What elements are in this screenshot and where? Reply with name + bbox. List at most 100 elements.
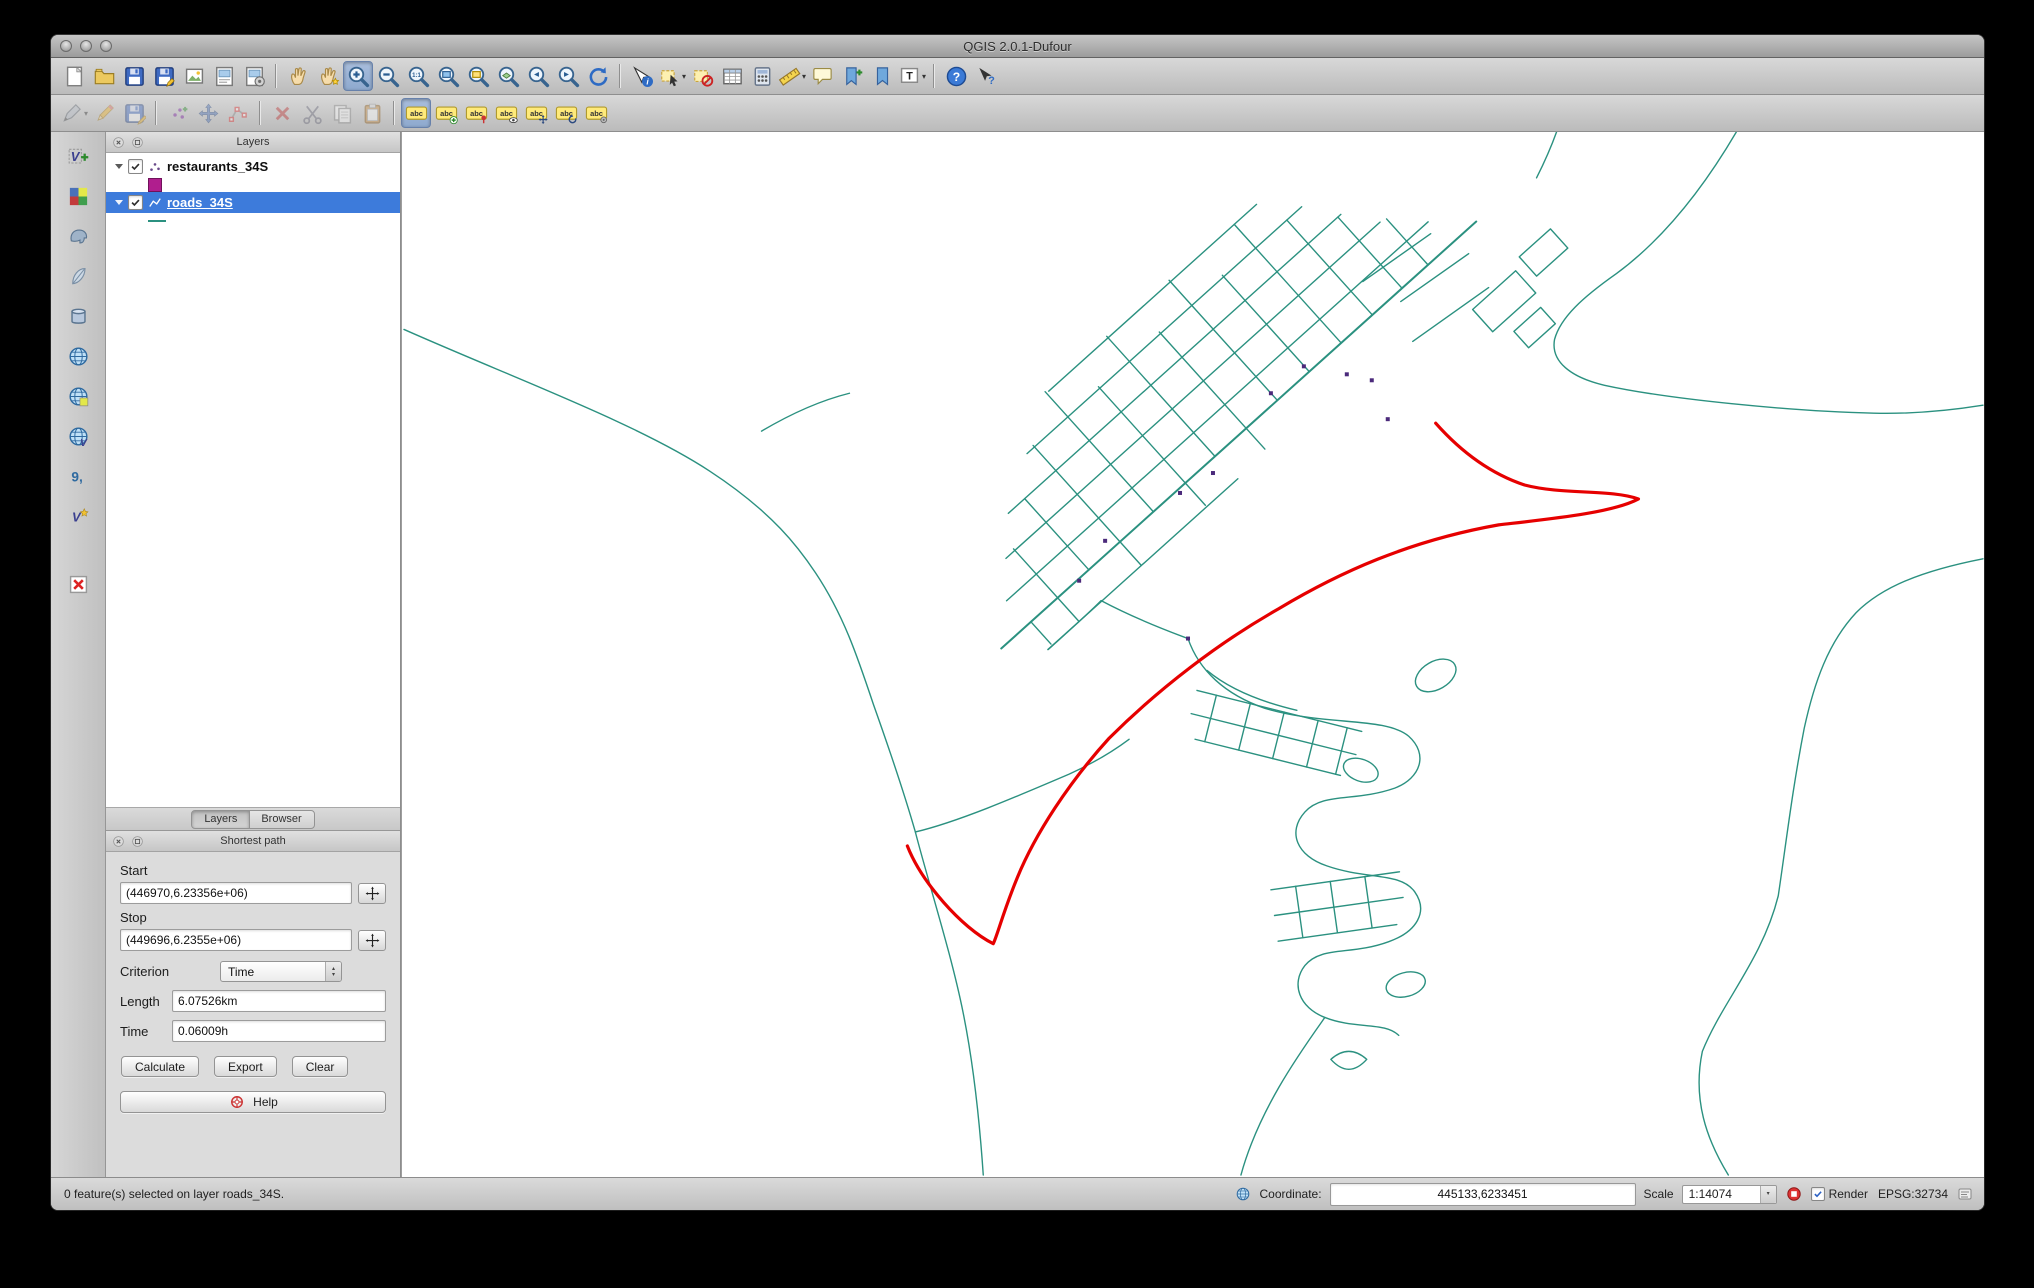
export-button[interactable]: Export: [214, 1056, 277, 1077]
add-delimited-text-layer-button[interactable]: 9,: [64, 462, 92, 490]
render-checkbox[interactable]: [1811, 1187, 1825, 1201]
attribute-table-button[interactable]: [717, 61, 747, 91]
tab-browser[interactable]: Browser: [248, 810, 314, 829]
scale-label: Scale: [1644, 1187, 1674, 1201]
label-add-button[interactable]: abc: [431, 98, 461, 128]
save-project-as-button[interactable]: [149, 61, 179, 91]
add-vector-layer-button[interactable]: V: [64, 142, 92, 170]
layer-item-roads[interactable]: roads_34S: [106, 192, 400, 213]
deselect-button[interactable]: [687, 61, 717, 91]
text-annotation-button[interactable]: T▾: [897, 61, 927, 91]
composer-manager-button[interactable]: [239, 61, 269, 91]
label-show-hide-button[interactable]: abc: [491, 98, 521, 128]
add-wcs-layer-button[interactable]: [64, 382, 92, 410]
tab-layers[interactable]: Layers: [191, 810, 250, 829]
criterion-select[interactable]: Time ▴▾: [220, 961, 342, 982]
layer-item-restaurants[interactable]: restaurants_34S: [106, 156, 400, 177]
save-edits-button[interactable]: [119, 98, 149, 128]
copy-features-button[interactable]: [327, 98, 357, 128]
stop-render-icon[interactable]: [1785, 1185, 1803, 1203]
help-contents-button[interactable]: ?: [941, 61, 971, 91]
start-input[interactable]: [120, 882, 352, 904]
length-field[interactable]: [172, 990, 386, 1012]
coordinate-capture-icon[interactable]: [1234, 1185, 1252, 1203]
map-canvas[interactable]: [401, 132, 1984, 1177]
zoom-actual-button[interactable]: 1:1: [403, 61, 433, 91]
label-properties-button[interactable]: abc: [581, 98, 611, 128]
zoom-to-layer-button[interactable]: [493, 61, 523, 91]
add-raster-layer-button[interactable]: [64, 182, 92, 210]
float-panel-icon[interactable]: [130, 135, 144, 149]
new-bookmark-button[interactable]: [837, 61, 867, 91]
new-composer-button[interactable]: [209, 61, 239, 91]
titlebar[interactable]: QGIS 2.0.1-Dufour: [51, 35, 1984, 58]
pan-to-selection-button[interactable]: [313, 61, 343, 91]
add-feature-button[interactable]: [163, 98, 193, 128]
layer-visibility-checkbox[interactable]: [128, 159, 143, 174]
zoom-to-selection-button[interactable]: [463, 61, 493, 91]
zoom-next-button[interactable]: [553, 61, 583, 91]
add-mssql-layer-button[interactable]: [64, 302, 92, 330]
zoom-window-button[interactable]: [100, 40, 112, 52]
cut-features-button[interactable]: [297, 98, 327, 128]
combo-arrow-icon: ▾: [1760, 1186, 1776, 1203]
capture-start-button[interactable]: [358, 883, 386, 904]
map-tips-button[interactable]: [807, 61, 837, 91]
zoom-full-button[interactable]: [433, 61, 463, 91]
add-wfs-layer-button[interactable]: V: [64, 422, 92, 450]
new-project-button[interactable]: [59, 61, 89, 91]
label-pin-button[interactable]: abc: [461, 98, 491, 128]
stop-input[interactable]: [120, 929, 352, 951]
open-project-button[interactable]: [89, 61, 119, 91]
zoom-in-button[interactable]: [343, 61, 373, 91]
float-panel-icon[interactable]: [130, 834, 144, 848]
new-shapefile-layer-button[interactable]: V: [64, 502, 92, 530]
toggle-editing-button[interactable]: [89, 98, 119, 128]
paste-features-button[interactable]: [357, 98, 387, 128]
current-edits-button[interactable]: ▾: [59, 98, 89, 128]
shortest-path-body: Start Stop Criterion: [106, 852, 400, 1177]
left-panels: Layers restaurants_34S: [106, 132, 401, 1177]
coordinate-input[interactable]: [1330, 1183, 1636, 1206]
capture-stop-button[interactable]: [358, 930, 386, 951]
scale-select[interactable]: 1:14074 ▾: [1682, 1185, 1777, 1204]
layer-visibility-checkbox[interactable]: [128, 195, 143, 210]
add-spatialite-layer-button[interactable]: [64, 262, 92, 290]
clear-button[interactable]: Clear: [292, 1056, 349, 1077]
delete-selected-button[interactable]: [267, 98, 297, 128]
zoom-out-button[interactable]: [373, 61, 403, 91]
pan-map-button[interactable]: [283, 61, 313, 91]
label-rotate-button[interactable]: abc: [551, 98, 581, 128]
select-features-button[interactable]: ▾: [657, 61, 687, 91]
svg-text:9,: 9,: [71, 469, 82, 484]
refresh-button[interactable]: [583, 61, 613, 91]
zoom-last-button[interactable]: [523, 61, 553, 91]
field-calculator-button[interactable]: [747, 61, 777, 91]
close-window-button[interactable]: [60, 40, 72, 52]
identify-button[interactable]: i: [627, 61, 657, 91]
log-messages-icon[interactable]: [1956, 1185, 1974, 1203]
measure-button[interactable]: ▾: [777, 61, 807, 91]
time-field[interactable]: [172, 1020, 386, 1042]
add-postgis-layer-button[interactable]: [64, 222, 92, 250]
save-as-image-button[interactable]: [179, 61, 209, 91]
show-bookmarks-button[interactable]: [867, 61, 897, 91]
remove-layer-button[interactable]: [64, 570, 92, 598]
close-panel-icon[interactable]: [111, 834, 125, 848]
whats-this-button[interactable]: ?: [971, 61, 1001, 91]
start-label: Start: [120, 863, 386, 878]
label-move-button[interactable]: abc: [521, 98, 551, 128]
move-feature-button[interactable]: [193, 98, 223, 128]
node-tool-button[interactable]: [223, 98, 253, 128]
expand-icon[interactable]: [115, 164, 123, 169]
minimize-window-button[interactable]: [80, 40, 92, 52]
help-button[interactable]: Help: [120, 1091, 386, 1113]
dropdown-arrow-icon: ▾: [802, 72, 806, 81]
expand-icon[interactable]: [115, 200, 123, 205]
calculate-button[interactable]: Calculate: [121, 1056, 199, 1077]
add-wms-layer-button[interactable]: [64, 342, 92, 370]
save-project-button[interactable]: [119, 61, 149, 91]
close-panel-icon[interactable]: [111, 135, 125, 149]
labeling-button[interactable]: abc: [401, 98, 431, 128]
crs-status[interactable]: EPSG:32734: [1878, 1187, 1948, 1201]
